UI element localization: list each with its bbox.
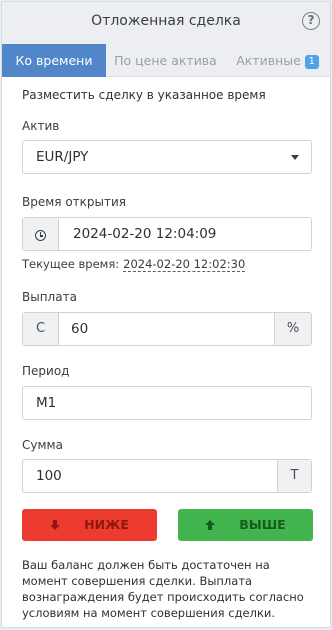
open-time-label: Время открытия: [22, 195, 126, 209]
amount-suffix: T: [277, 460, 311, 492]
clock-icon: [35, 230, 46, 241]
amount-value: 100: [36, 468, 62, 484]
help-icon[interactable]: ?: [302, 12, 320, 30]
arrow-down-icon: [50, 520, 61, 530]
payout-prefix: C: [23, 313, 59, 345]
tab-by-asset-price-label: По цене актива: [114, 53, 217, 68]
panel-header: Отложенная сделка ?: [2, 2, 330, 44]
current-time-row: Текущее время: 2024-02-20 12:02:30: [22, 257, 246, 272]
payout-value: 60: [71, 321, 89, 337]
period-value: M1: [36, 395, 57, 411]
payout-label: Выплата: [22, 290, 77, 304]
amount-label: Сумма: [22, 438, 63, 452]
period-label: Период: [22, 364, 70, 378]
current-time-label: Текущее время:: [22, 257, 120, 271]
current-time-value[interactable]: 2024-02-20 12:02:30: [123, 257, 246, 272]
up-button-label: ВЫШЕ: [239, 517, 286, 532]
clock-addon[interactable]: [23, 218, 59, 250]
open-time-field[interactable]: 2024-02-20 12:04:09: [22, 217, 312, 251]
balance-note: Ваш баланс должен быть достаточен на мом…: [22, 558, 304, 620]
tab-active[interactable]: Активные 1: [225, 44, 330, 77]
period-field[interactable]: M1: [22, 386, 312, 420]
payout-suffix: %: [274, 313, 311, 345]
tab-bar: Ко времени По цене актива Активные 1: [2, 44, 330, 77]
asset-label: Актив: [22, 119, 60, 133]
amount-field[interactable]: 100 T: [22, 459, 312, 493]
down-button-label: НИЖЕ: [84, 517, 129, 532]
tab-by-asset-price[interactable]: По цене актива: [106, 44, 225, 77]
panel-title: Отложенная сделка: [91, 13, 241, 29]
payout-field[interactable]: C 60 %: [22, 312, 312, 346]
down-button[interactable]: НИЖЕ: [22, 509, 157, 541]
form-subtitle: Разместить сделку в указанное время: [22, 88, 266, 102]
pending-trade-panel: Отложенная сделка ? Ко времени По цене а…: [1, 1, 331, 628]
tab-active-label: Активные: [236, 53, 301, 68]
asset-select[interactable]: EUR/JPY: [22, 140, 312, 174]
chevron-down-icon: [291, 155, 299, 160]
open-time-value: 2024-02-20 12:04:09: [73, 226, 217, 242]
tab-by-time-label: Ко времени: [15, 53, 93, 68]
up-button[interactable]: ВЫШЕ: [178, 509, 313, 541]
tab-by-time[interactable]: Ко времени: [2, 44, 106, 77]
active-count-badge: 1: [304, 55, 319, 69]
asset-select-value: EUR/JPY: [36, 149, 89, 165]
arrow-up-icon: [205, 520, 216, 530]
